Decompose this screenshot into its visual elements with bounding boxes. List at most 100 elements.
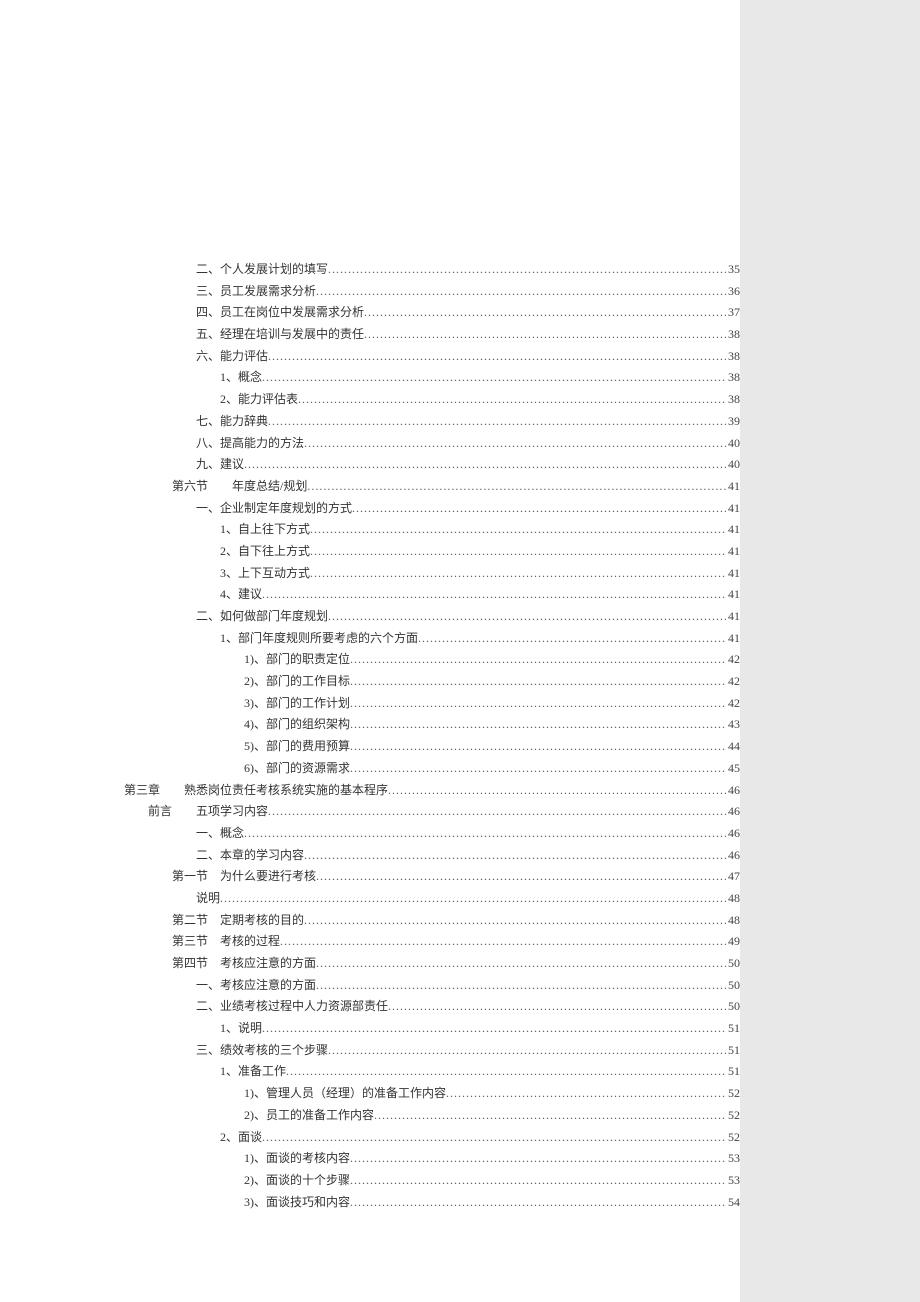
toc-entry-page: 48 xyxy=(726,889,740,908)
page-shadow xyxy=(740,0,920,1302)
toc-entry-text: 第一节 为什么要进行考核 xyxy=(172,867,316,886)
toc-entry-page: 38 xyxy=(726,347,740,366)
toc-entry-text: 2、能力评估表 xyxy=(220,390,298,409)
toc-entry-page: 46 xyxy=(726,824,740,843)
toc-entry: 二、个人发展计划的填写35 xyxy=(124,260,740,279)
toc-entry: 第三节 考核的过程49 xyxy=(124,932,740,951)
toc-entry-text: 第三节 考核的过程 xyxy=(172,932,280,951)
toc-entry: 4、建议41 xyxy=(124,585,740,604)
toc-leader-dots xyxy=(328,607,726,626)
toc-leader-dots xyxy=(310,520,726,539)
toc-entry: 九、建议40 xyxy=(124,455,740,474)
toc-entry: 2、面谈52 xyxy=(124,1128,740,1147)
toc-leader-dots xyxy=(388,997,726,1016)
toc-entry-text: 三、员工发展需求分析 xyxy=(196,282,316,301)
toc-leader-dots xyxy=(220,889,726,908)
toc-entry-text: 6)、部门的资源需求 xyxy=(244,759,350,778)
toc-leader-dots xyxy=(316,954,726,973)
toc-entry-page: 51 xyxy=(726,1019,740,1038)
toc-leader-dots xyxy=(364,325,726,344)
toc-entry-page: 46 xyxy=(726,781,740,800)
toc-entry: 第六节 年度总结/规划 41 xyxy=(124,477,740,496)
toc-entry-text: 1、部门年度规则所要考虑的六个方面 xyxy=(220,629,418,648)
toc-entry: 1)、管理人员（经理）的准备工作内容52 xyxy=(124,1084,740,1103)
table-of-contents: 二、个人发展计划的填写35 三、员工发展需求分析36 四、员工在岗位中发展需求分析 3… xyxy=(0,0,740,1254)
toc-entry-page: 46 xyxy=(726,846,740,865)
toc-leader-dots xyxy=(350,694,726,713)
toc-entry: 第二节 定期考核的目的48 xyxy=(124,911,740,930)
toc-entry-page: 41 xyxy=(726,477,740,496)
toc-entry: 3)、部门的工作计划 42 xyxy=(124,694,740,713)
toc-leader-dots xyxy=(262,1128,726,1147)
toc-leader-dots xyxy=(364,303,726,322)
toc-entry-page: 53 xyxy=(726,1149,740,1168)
toc-leader-dots xyxy=(328,1041,726,1060)
toc-leader-dots xyxy=(350,737,726,756)
toc-leader-dots xyxy=(262,585,726,604)
toc-entry-page: 50 xyxy=(726,997,740,1016)
toc-entry: 八、提高能力的方法40 xyxy=(124,434,740,453)
toc-entry-page: 40 xyxy=(726,434,740,453)
toc-leader-dots xyxy=(350,672,726,691)
toc-entry: 六、能力评估 38 xyxy=(124,347,740,366)
toc-entry-page: 42 xyxy=(726,672,740,691)
toc-entry: 1、部门年度规则所要考虑的六个方面41 xyxy=(124,629,740,648)
toc-entry-page: 35 xyxy=(726,260,740,279)
toc-entry-page: 53 xyxy=(726,1171,740,1190)
toc-leader-dots xyxy=(244,824,726,843)
toc-entry-text: 六、能力评估 xyxy=(196,347,268,366)
toc-entry: 说明48 xyxy=(124,889,740,908)
toc-entry: 4)、部门的组织架构43 xyxy=(124,715,740,734)
toc-entry-page: 50 xyxy=(726,976,740,995)
toc-entry-text: 五、经理在培训与发展中的责任 xyxy=(196,325,364,344)
toc-entry: 一、企业制定年度规划的方式41 xyxy=(124,499,740,518)
toc-entry-page: 46 xyxy=(726,802,740,821)
toc-entry: 1、准备工作51 xyxy=(124,1062,740,1081)
toc-entry-text: 二、如何做部门年度规划 xyxy=(196,607,328,626)
toc-leader-dots xyxy=(304,434,726,453)
toc-entry: 1、说明51 xyxy=(124,1019,740,1038)
toc-leader-dots xyxy=(262,368,726,387)
toc-entry-page: 41 xyxy=(726,607,740,626)
toc-entry: 二、业绩考核过程中人力资源部责任50 xyxy=(124,997,740,1016)
toc-entry-page: 41 xyxy=(726,585,740,604)
toc-leader-dots xyxy=(350,759,726,778)
toc-entry-page: 42 xyxy=(726,694,740,713)
toc-entry: 1)、面谈的考核内容 53 xyxy=(124,1149,740,1168)
toc-entry: 第三章 熟悉岗位责任考核系统实施的基本程序46 xyxy=(124,781,740,800)
toc-entry: 第四节 考核应注意的方面50 xyxy=(124,954,740,973)
toc-leader-dots xyxy=(316,282,726,301)
toc-entry-text: 1)、面谈的考核内容 xyxy=(244,1149,350,1168)
toc-leader-dots xyxy=(268,347,726,366)
toc-entry-text: 2)、员工的准备工作内容 xyxy=(244,1106,374,1125)
toc-leader-dots xyxy=(350,1193,726,1212)
toc-entry-page: 48 xyxy=(726,911,740,930)
toc-entry-text: 三、绩效考核的三个步骤 xyxy=(196,1041,328,1060)
toc-entry-text: 3、上下互动方式 xyxy=(220,564,310,583)
toc-entry-page: 52 xyxy=(726,1084,740,1103)
toc-entry: 2)、面谈的十个步骤53 xyxy=(124,1171,740,1190)
toc-leader-dots xyxy=(418,629,726,648)
toc-entry-page: 54 xyxy=(726,1193,740,1212)
toc-entry-text: 第六节 年度总结/规划 xyxy=(172,477,307,496)
toc-leader-dots xyxy=(446,1084,726,1103)
toc-leader-dots xyxy=(310,542,726,561)
toc-leader-dots xyxy=(307,477,726,496)
toc-entry: 三、员工发展需求分析36 xyxy=(124,282,740,301)
toc-entry-text: 3)、部门的工作计划 xyxy=(244,694,350,713)
toc-entry: 2)、部门的工作目标42 xyxy=(124,672,740,691)
toc-leader-dots xyxy=(316,867,726,886)
toc-leader-dots xyxy=(280,932,726,951)
toc-entry: 2、能力评估表38 xyxy=(124,390,740,409)
toc-leader-dots xyxy=(350,1149,726,1168)
toc-entry: 五、经理在培训与发展中的责任38 xyxy=(124,325,740,344)
toc-entry-text: 一、概念 xyxy=(196,824,244,843)
toc-entry-page: 51 xyxy=(726,1062,740,1081)
toc-entry-text: 四、员工在岗位中发展需求分析 xyxy=(196,303,364,322)
toc-entry-text: 1)、部门的职责定位 xyxy=(244,650,350,669)
toc-entry-page: 44 xyxy=(726,737,740,756)
toc-entry: 3)、面谈技巧和内容54 xyxy=(124,1193,740,1212)
toc-leader-dots xyxy=(268,412,726,431)
toc-entry-page: 41 xyxy=(726,542,740,561)
toc-entry-page: 37 xyxy=(726,303,740,322)
